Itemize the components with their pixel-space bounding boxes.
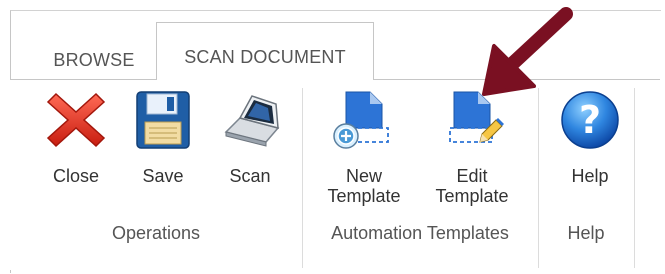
new-template-label-line2: Template	[327, 186, 401, 206]
edit-template-label-line2: Template	[435, 186, 509, 206]
annotation-arrow-icon	[470, 6, 580, 107]
close-button[interactable]: Close	[34, 88, 118, 208]
tab-browse[interactable]: BROWSE	[30, 41, 158, 79]
scanner-icon	[218, 88, 282, 156]
close-icon	[44, 88, 108, 156]
svg-text:?: ?	[579, 98, 601, 142]
group-label-operations: Operations	[111, 223, 201, 243]
new-template-button[interactable]: New Template	[322, 88, 406, 208]
ribbon-panel: Close Save Scan Operations New Template …	[10, 79, 660, 270]
new-template-label-line1: New	[345, 166, 382, 186]
group-label-help: Help	[567, 223, 605, 243]
close-label: Close	[52, 166, 100, 186]
help-label: Help	[571, 166, 609, 186]
new-template-icon	[332, 88, 396, 156]
tab-scan-document[interactable]: SCAN DOCUMENT	[156, 22, 374, 80]
scan-button[interactable]: Scan	[208, 88, 292, 208]
save-disk-icon	[131, 88, 195, 156]
group-divider	[634, 88, 635, 268]
edit-template-label-line1: Edit	[456, 166, 488, 186]
save-label: Save	[142, 166, 184, 186]
save-button[interactable]: Save	[122, 88, 204, 208]
scan-label: Scan	[229, 166, 271, 186]
group-label-automation-templates: Automation Templates	[331, 223, 509, 243]
